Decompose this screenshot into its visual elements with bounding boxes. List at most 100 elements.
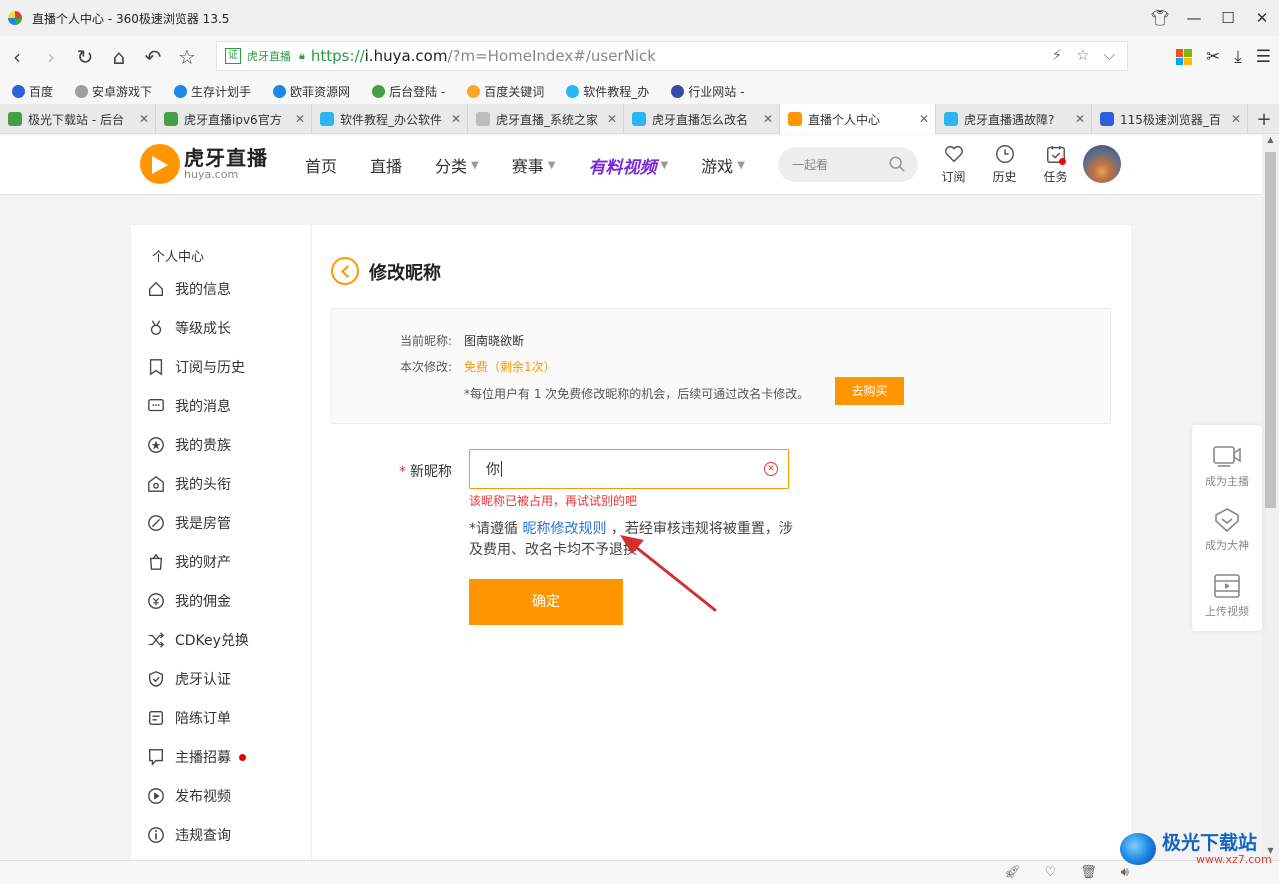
sidebar-item[interactable]: 主播招募: [147, 745, 246, 769]
skin-icon[interactable]: 👕︎: [1143, 0, 1177, 36]
bookmark-item[interactable]: 百度关键词: [467, 83, 544, 100]
browser-tab[interactable]: 虎牙直播怎么改名 ✕: [624, 104, 780, 134]
nav-item[interactable]: 游戏 ▼: [701, 153, 745, 177]
sidebar-item[interactable]: 虎牙认证: [147, 667, 231, 691]
rocket-icon[interactable]: 🚀︎: [1004, 865, 1021, 880]
reload-icon[interactable]: ↻: [68, 40, 102, 74]
play-icon: [148, 788, 164, 804]
current-nickname-value: 图南晓欲断: [464, 334, 525, 348]
tab-close-icon[interactable]: ✕: [451, 112, 461, 126]
scissors-icon[interactable]: ✂︎: [1206, 47, 1220, 67]
certificate-badge[interactable]: 证: [225, 48, 241, 64]
bookmarks-bar: 百度 安卓游戏下 生存计划手 欧菲资源网 后台登陆 - 百度关键词 软件教程_办 行业网站 -: [0, 78, 1279, 104]
subscribe-button[interactable]: 订阅: [928, 143, 979, 185]
tab-close-icon[interactable]: ✕: [1075, 112, 1085, 126]
browser-tab[interactable]: 直播个人中心 ✕: [780, 104, 936, 134]
search-input[interactable]: 一起看: [778, 147, 918, 182]
back-icon[interactable]: ‹: [0, 40, 34, 74]
nickname-rules-link[interactable]: 昵称修改规则: [522, 521, 606, 537]
bookmark-item[interactable]: 行业网站 -: [671, 83, 744, 100]
tab-close-icon[interactable]: ✕: [919, 112, 929, 126]
address-dropdown-icon[interactable]: ⌵: [1104, 46, 1115, 64]
back-button[interactable]: [331, 257, 359, 285]
bookmark-star-icon[interactable]: ☆: [1076, 46, 1089, 64]
bookmark-item[interactable]: 安卓游戏下: [75, 83, 152, 100]
sidebar-item-label: 虎牙认证: [175, 672, 231, 688]
new-tab-button[interactable]: +: [1249, 104, 1279, 134]
tab-close-icon[interactable]: ✕: [607, 112, 617, 126]
confirm-button[interactable]: 确定: [469, 579, 623, 625]
page-scrollbar[interactable]: ▲ ▼: [1262, 135, 1279, 860]
bookmark-item[interactable]: 欧菲资源网: [273, 83, 350, 100]
search-icon[interactable]: [888, 155, 906, 173]
bookmark-favicon-icon: [12, 84, 25, 98]
tab-close-icon[interactable]: ✕: [139, 112, 149, 126]
info-icon: [148, 827, 164, 843]
trash-icon[interactable]: 🗑︎: [1080, 865, 1097, 880]
browser-tab[interactable]: 虎牙直播遇故障? ✕: [936, 104, 1092, 134]
minimize-button[interactable]: —: [1177, 0, 1211, 36]
nav-item[interactable]: 分类 ▼: [435, 153, 479, 177]
sidebar-item[interactable]: CDKey兑换: [147, 628, 249, 652]
bookmark-item[interactable]: 生存计划手: [174, 83, 251, 100]
lightning-icon[interactable]: ⚡︎: [1052, 46, 1063, 64]
new-nickname-label-text: 新昵称: [410, 464, 452, 480]
scroll-up-icon[interactable]: ▲: [1262, 135, 1279, 149]
buy-rename-card-button[interactable]: 去购买: [835, 377, 904, 405]
menu-icon[interactable]: ☰: [1256, 47, 1271, 67]
window-titlebar: 直播个人中心 - 360极速浏览器 13.5 👕︎ — ☐ ✕: [0, 0, 1279, 36]
favorite-star-icon[interactable]: ☆: [170, 40, 204, 74]
sidebar-item[interactable]: 我的贵族: [147, 433, 231, 457]
browser-tab[interactable]: 虎牙直播_系统之家 ✕: [468, 104, 624, 134]
sidebar-item[interactable]: 发布视频: [147, 784, 231, 808]
nav-item[interactable]: 首页: [305, 153, 337, 177]
volume-icon[interactable]: 🔊︎: [1121, 865, 1129, 880]
bookmark-item[interactable]: 后台登陆 -: [372, 83, 445, 100]
tab-close-icon[interactable]: ✕: [295, 112, 305, 126]
become-streamer-button[interactable]: 成为主播: [1192, 443, 1262, 489]
home-page-icon[interactable]: ⌂: [102, 40, 136, 74]
scrollbar-thumb[interactable]: [1265, 152, 1276, 508]
page-title: 修改昵称: [369, 263, 441, 284]
sidebar-item[interactable]: 订阅与历史: [147, 355, 245, 379]
maximize-button[interactable]: ☐: [1211, 0, 1245, 36]
browser-tab[interactable]: 虎牙直播ipv6官方 ✕: [156, 104, 312, 134]
bookmark-item[interactable]: 软件教程_办: [566, 83, 649, 100]
sidebar-item[interactable]: 我的佣金: [147, 589, 231, 613]
browser-tab[interactable]: 115极速浏览器_百 ✕: [1092, 104, 1248, 134]
huya-logo[interactable]: 虎牙直播 huya.com: [140, 144, 268, 184]
lock-icon[interactable]: 🔒︎: [299, 49, 305, 63]
health-icon[interactable]: ♡: [1045, 865, 1057, 880]
sidebar-item[interactable]: 违规查询: [147, 823, 231, 847]
sidebar-item[interactable]: 我的消息: [147, 394, 231, 418]
status-bar: 🚀︎ ♡ 🗑︎ 🔊︎: [0, 860, 1279, 884]
tab-close-icon[interactable]: ✕: [763, 112, 773, 126]
apps-icon[interactable]: [1175, 49, 1192, 65]
browser-tab[interactable]: 极光下载站 - 后台 ✕: [0, 104, 156, 134]
close-window-button[interactable]: ✕: [1245, 0, 1279, 36]
sidebar-item[interactable]: 我的头衔: [147, 472, 231, 496]
tab-close-icon[interactable]: ✕: [1231, 112, 1241, 126]
upload-video-button[interactable]: 上传视频: [1192, 573, 1262, 619]
address-bar[interactable]: 证 虎牙直播 🔒︎ https://i.huya.com/?m=HomeInde…: [216, 41, 1128, 71]
new-nickname-input[interactable]: 你 ✕: [469, 449, 789, 489]
nav-item[interactable]: 直播: [370, 153, 402, 177]
become-master-button[interactable]: 成为大神: [1192, 507, 1262, 553]
undo-close-icon[interactable]: ↶: [136, 40, 170, 74]
clear-input-icon[interactable]: ✕: [764, 462, 778, 476]
bookmark-item[interactable]: 百度: [12, 83, 53, 100]
sidebar-item[interactable]: 我的财产: [147, 550, 231, 574]
nav-item[interactable]: 有料视频 ▼: [588, 153, 668, 178]
browser-tab[interactable]: 软件教程_办公软件 ✕: [312, 104, 468, 134]
sidebar-item[interactable]: 等级成长: [147, 316, 231, 340]
task-button[interactable]: 任务: [1030, 143, 1081, 185]
sidebar-item[interactable]: 我的信息: [147, 277, 231, 301]
avatar[interactable]: [1083, 145, 1121, 183]
sidebar-item[interactable]: 我是房管: [147, 511, 231, 535]
nav-item[interactable]: 赛事 ▼: [512, 153, 556, 177]
forward-icon[interactable]: ›: [34, 40, 68, 74]
sidebar-item[interactable]: 陪练订单: [147, 706, 231, 730]
history-button[interactable]: 历史: [979, 143, 1030, 185]
annotation-arrow: [620, 535, 717, 612]
download-icon[interactable]: ⤓: [1234, 47, 1242, 67]
